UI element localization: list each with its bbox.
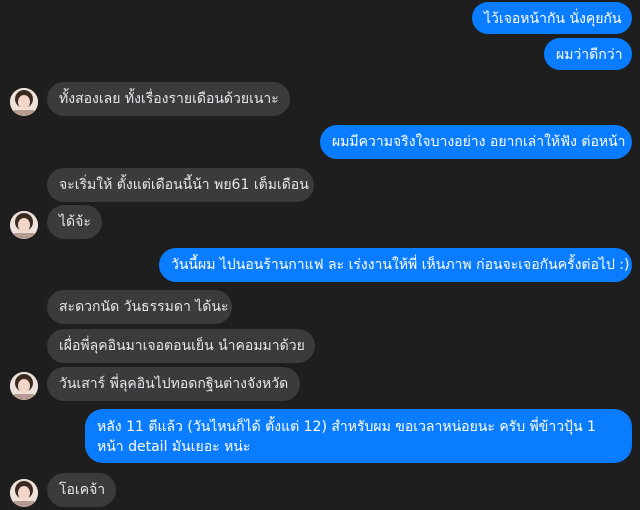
message-incoming[interactable]: สะดวกนัด วันธรรมดา ได้นะ [47,290,232,324]
message-outgoing[interactable]: ผมว่าดีกว่า [544,38,632,70]
contact-avatar-icon[interactable] [10,372,38,400]
message-outgoing[interactable]: ไว้เจอหน้ากัน นั่งคุยกัน [472,2,632,34]
message-outgoing[interactable]: หลัง 11 ตีแล้ว (วันไหนก็ได้ ตั้งแต่ 12) … [85,409,632,463]
message-incoming[interactable]: ได้จ้ะ [47,205,102,239]
message-incoming[interactable]: เผื่อพี่ลุคอินมาเจอตอนเย็น นำคอมมาด้วย [47,329,315,363]
message-outgoing[interactable]: วันนี้ผม ไปนอนร้านกาแฟ ละ เร่งงานให้พี่ … [159,248,632,282]
contact-avatar-icon[interactable] [10,479,38,507]
contact-avatar-icon[interactable] [10,211,38,239]
message-incoming[interactable]: วันเสาร์ พี่ลุคอินไปทอดกฐินต่างจังหวัด [47,367,300,401]
message-incoming[interactable]: โอเคจ้า [47,473,116,507]
message-incoming[interactable]: ทั้งสองเลย ทั้งเรื่องรายเดือนด้วยเนาะ [47,82,290,116]
message-thread: ไว้เจอหน้ากัน นั่งคุยกัน ผมว่าดีกว่า ทั้… [0,0,640,510]
contact-avatar-icon[interactable] [10,88,38,116]
message-incoming[interactable]: จะเริ่มให้ ตั้งแต่เดือนนี้น้า พย61 เต็มเ… [47,168,314,202]
message-outgoing[interactable]: ผมมีความจริงใจบางอย่าง อยากเล่าให้ฟัง ต่… [320,125,632,159]
